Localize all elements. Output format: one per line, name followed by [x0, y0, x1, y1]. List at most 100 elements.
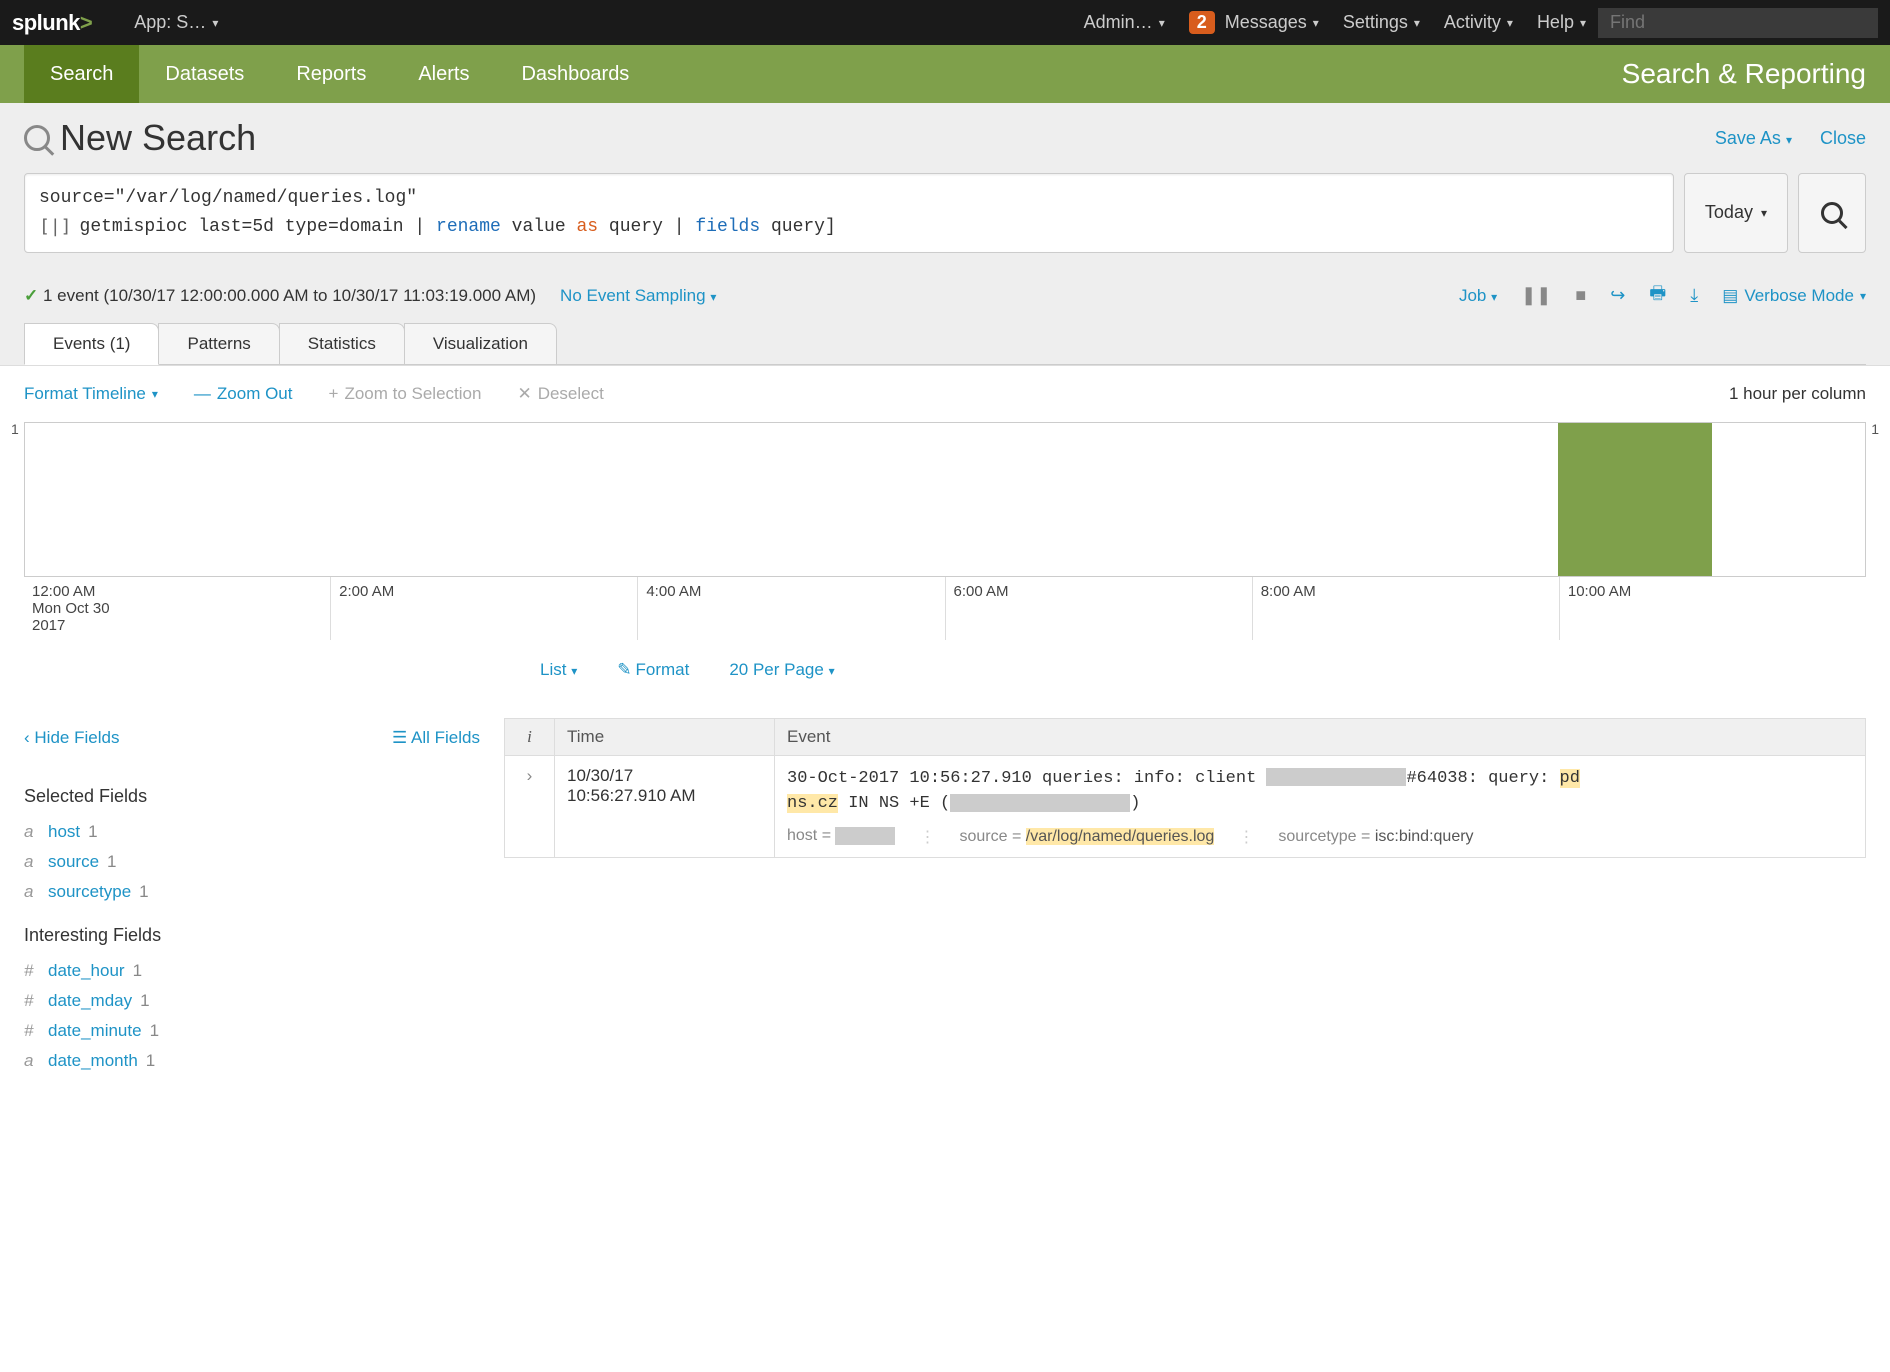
search-line-1: source="/var/log/named/queries.log"	[39, 188, 417, 208]
nav-dashboards[interactable]: Dashboards	[495, 45, 655, 103]
timeline-bar[interactable]	[1558, 423, 1711, 576]
chevron-down-icon: ▾	[571, 664, 577, 678]
chevron-down-icon: ▾	[1761, 206, 1767, 220]
format-timeline[interactable]: Format Timeline ▾	[24, 384, 158, 404]
find-input[interactable]	[1598, 8, 1878, 38]
zoom-to-selection: +Zoom to Selection	[329, 384, 482, 404]
run-search-button[interactable]	[1798, 173, 1866, 253]
nav-alerts[interactable]: Alerts	[392, 45, 495, 103]
print-icon[interactable]: 🖶	[1649, 281, 1666, 311]
format-view[interactable]: Format	[617, 660, 689, 680]
field-date-mday[interactable]: #date_mday1	[24, 986, 480, 1016]
time-range-picker[interactable]: Today▾	[1684, 173, 1788, 253]
tab-visualization[interactable]: Visualization	[404, 323, 557, 364]
messages-badge: 2	[1189, 11, 1215, 34]
chevron-down-icon: ▾	[1786, 133, 1792, 147]
top-bar: splunk> App: S…▾ Admin…▾ 2Messages▾ Sett…	[0, 0, 1890, 45]
tab-patterns[interactable]: Patterns	[158, 323, 279, 364]
nav-search[interactable]: Search	[24, 45, 139, 103]
col-info[interactable]: i	[505, 718, 555, 755]
event-sampling[interactable]: No Event Sampling ▾	[560, 286, 716, 306]
field-date-minute[interactable]: #date_minute1	[24, 1016, 480, 1046]
expand-row[interactable]: ›	[505, 755, 555, 857]
all-fields[interactable]: ☰ All Fields	[392, 728, 480, 748]
page-title: New Search	[60, 117, 256, 159]
timeline-tick: 2:00 AM	[330, 577, 637, 640]
deselect: ✕Deselect	[517, 384, 603, 404]
separator: ⋮	[919, 827, 935, 847]
chevron-down-icon: ▾	[1860, 289, 1866, 303]
chevron-down-icon: ▾	[1159, 16, 1165, 30]
share-icon[interactable]: ↪	[1610, 285, 1625, 306]
tab-events[interactable]: Events (1)	[24, 323, 159, 365]
settings-menu[interactable]: Settings▾	[1331, 12, 1432, 33]
highlight: pd	[1560, 769, 1580, 788]
zoom-out[interactable]: —Zoom Out	[194, 384, 293, 404]
page-header: New Search Save As ▾ Close source="/var/…	[0, 103, 1890, 366]
chevron-right-icon: ›	[527, 766, 533, 785]
timeline-y-right: 1	[1871, 421, 1879, 437]
col-time[interactable]: Time	[555, 718, 775, 755]
field-date-month[interactable]: adate_month1	[24, 1046, 480, 1076]
export-icon[interactable]: ⤓	[1690, 285, 1698, 306]
timeline-controls: Format Timeline ▾ —Zoom Out +Zoom to Sel…	[0, 366, 1890, 422]
field-source[interactable]: asource1	[24, 847, 480, 877]
app-title: Search & Reporting	[1622, 58, 1866, 90]
result-summary: ✓ 1 event (10/30/17 12:00:00.000 AM to 1…	[24, 286, 536, 306]
list-view[interactable]: List ▾	[540, 660, 577, 680]
col-event[interactable]: Event	[775, 718, 1866, 755]
event-meta: host = ⋮ source = /var/log/named/queries…	[787, 827, 1853, 847]
activity-menu[interactable]: Activity▾	[1432, 12, 1525, 33]
close-button[interactable]: Close	[1820, 128, 1866, 149]
check-icon: ✓	[24, 286, 38, 305]
events-table: i Time Event › 10/30/1710:56:27.910 AM 3…	[504, 718, 1866, 858]
event-time: 10/30/1710:56:27.910 AM	[555, 755, 775, 857]
verbose-icon: ▤	[1722, 286, 1738, 306]
messages-menu[interactable]: 2Messages▾	[1177, 11, 1331, 34]
timeline-bucket-label: 1 hour per column	[1729, 384, 1866, 404]
search-icon	[24, 125, 50, 151]
meta-source[interactable]: /var/log/named/queries.log	[1026, 828, 1215, 845]
job-menu[interactable]: Job ▾	[1459, 286, 1497, 306]
field-sourcetype[interactable]: asourcetype1	[24, 877, 480, 907]
redacted	[835, 827, 895, 845]
chevron-down-icon: ▾	[829, 664, 835, 678]
redacted	[1266, 768, 1406, 786]
fields-sidebar: List ▾ Format 20 Per Page ▾ ‹ Hide Field…	[24, 660, 504, 1076]
nav-datasets[interactable]: Datasets	[139, 45, 270, 103]
timeline-tick: 4:00 AM	[637, 577, 944, 640]
event-raw[interactable]: 30-Oct-2017 10:56:27.910 queries: info: …	[787, 766, 1853, 817]
tab-statistics[interactable]: Statistics	[279, 323, 405, 364]
timeline-tick: 12:00 AMMon Oct 302017	[24, 577, 330, 640]
stop-icon[interactable]: ■	[1575, 285, 1586, 306]
save-as-button[interactable]: Save As ▾	[1715, 128, 1792, 149]
highlight: ns.cz	[787, 794, 838, 813]
app-switcher[interactable]: App: S…▾	[122, 12, 230, 33]
field-host[interactable]: ahost1	[24, 817, 480, 847]
chevron-down-icon: ▾	[212, 16, 218, 30]
close-icon: ✕	[517, 384, 531, 404]
timeline-tick: 6:00 AM	[945, 577, 1252, 640]
timeline-chart[interactable]: 1 1	[24, 422, 1866, 577]
chevron-down-icon: ▾	[1414, 16, 1420, 30]
nav-reports[interactable]: Reports	[270, 45, 392, 103]
separator: ⋮	[1238, 827, 1254, 847]
admin-menu[interactable]: Admin…▾	[1072, 12, 1177, 33]
help-menu[interactable]: Help▾	[1525, 12, 1598, 33]
pause-icon[interactable]: ❚❚	[1521, 285, 1551, 306]
chevron-down-icon: ▾	[1580, 16, 1586, 30]
minus-icon: —	[194, 384, 211, 404]
hide-fields[interactable]: ‹ Hide Fields	[24, 728, 119, 748]
logo[interactable]: splunk>	[12, 10, 92, 36]
meta-sourcetype[interactable]: isc:bind:query	[1375, 828, 1474, 845]
search-input[interactable]: source="/var/log/named/queries.log" [|] …	[24, 173, 1674, 253]
timeline-tick: 10:00 AM	[1559, 577, 1866, 640]
field-date-hour[interactable]: #date_hour1	[24, 956, 480, 986]
list-icon: ☰	[392, 728, 407, 747]
interesting-fields-title: Interesting Fields	[24, 925, 480, 946]
per-page[interactable]: 20 Per Page ▾	[729, 660, 834, 680]
search-icon	[1821, 202, 1843, 224]
search-mode[interactable]: ▤ Verbose Mode ▾	[1722, 286, 1866, 306]
expand-icon[interactable]: [|]	[39, 213, 72, 242]
event-row: › 10/30/1710:56:27.910 AM 30-Oct-2017 10…	[505, 755, 1866, 857]
